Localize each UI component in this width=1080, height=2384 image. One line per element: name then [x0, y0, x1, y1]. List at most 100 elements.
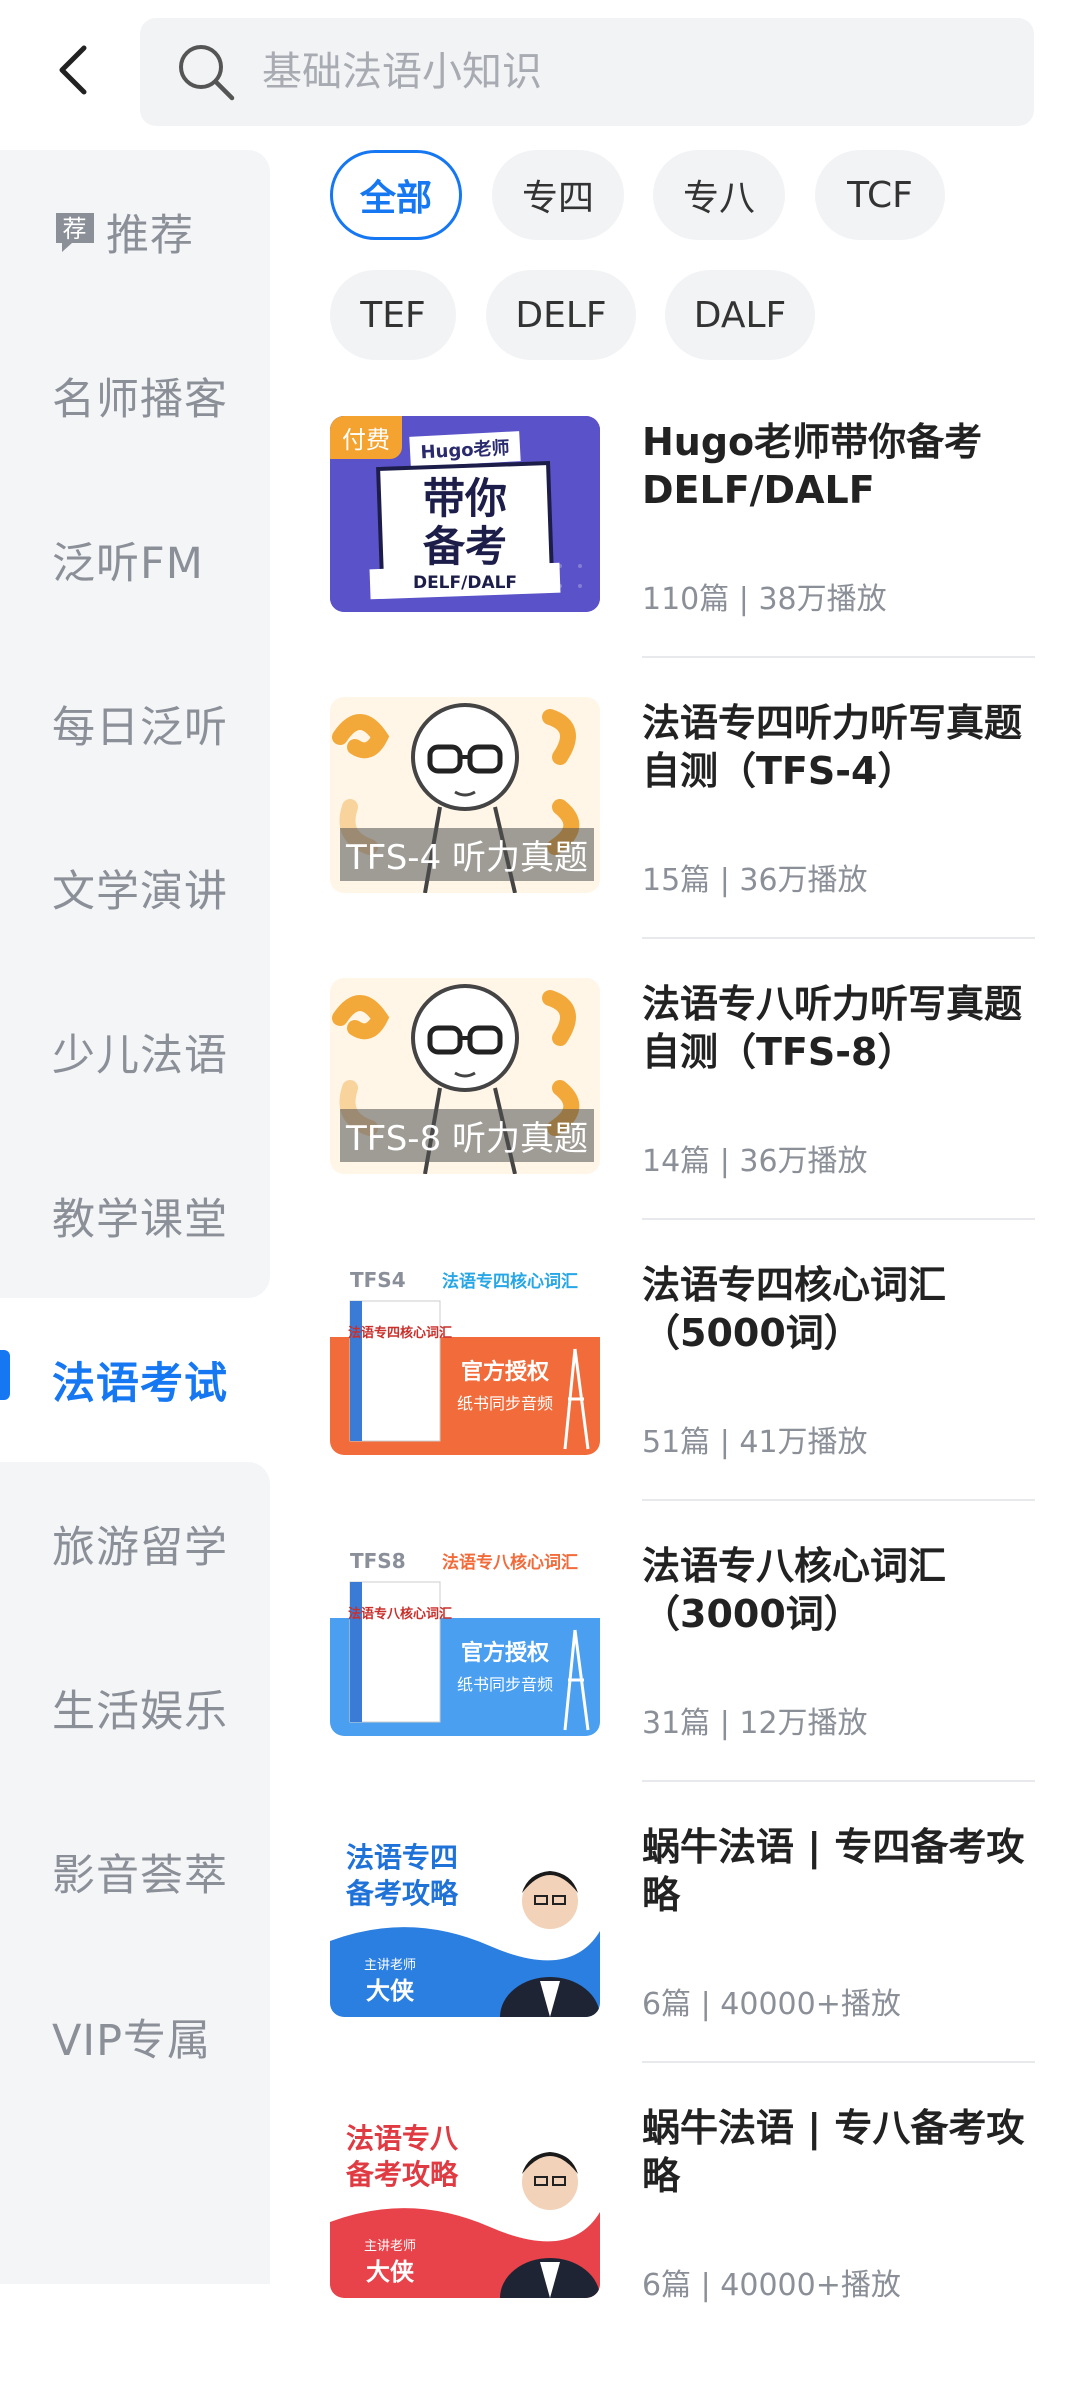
- chevron-left-icon: [59, 45, 87, 95]
- thumb-label: TFS-4 听力真题: [340, 828, 595, 881]
- sidebar-item-label: 旅游留学: [52, 1523, 228, 1573]
- course-title: 蜗牛法语 | 专八备考攻略: [642, 2106, 1025, 2198]
- thumb-text: DELF/DALF: [413, 573, 517, 593]
- vocab-book-thumb: TFS8 法语专八核心词汇 法语专八核心词汇 官方授权 纸书同步音频: [330, 1540, 600, 1736]
- course-item[interactable]: TFS-4 听力真题 法语专四听力听写真题自测（TFS-4） 15篇 | 36万…: [330, 697, 1035, 979]
- course-item[interactable]: Hugo老师 带你 备考 DELF/DALF 付费 Hugo老师带你备考DELF…: [330, 416, 1035, 698]
- chip-tfs4[interactable]: 专四: [492, 150, 624, 240]
- sidebar-item-literature[interactable]: 文学演讲: [0, 806, 270, 970]
- thumb-text: 大侠: [366, 2258, 415, 2286]
- course-meta: 31篇 | 12万播放: [642, 1706, 868, 1741]
- sidebar-item-vip[interactable]: VIP专属: [0, 1954, 270, 2284]
- sidebar-item-travel[interactable]: 旅游留学: [0, 1462, 270, 1626]
- sidebar-item-label: 教学课堂: [52, 1195, 228, 1245]
- svg-text:荐: 荐: [63, 215, 88, 243]
- thumb-text: 法语专四核心词汇: [348, 1325, 452, 1341]
- sidebar-item-label: 名师播客: [52, 375, 228, 425]
- thumb-text: 官方授权: [461, 1359, 550, 1385]
- thumb-text: 主讲老师: [364, 2239, 416, 2254]
- divider: [642, 1780, 1035, 1782]
- chip-tef[interactable]: TEF: [330, 270, 456, 360]
- search-bar[interactable]: [140, 18, 1034, 126]
- sidebar-item-label: 少儿法语: [52, 1031, 228, 1081]
- thumb-text: 大侠: [366, 1977, 415, 2005]
- search-input[interactable]: [260, 48, 1024, 96]
- thumb-text: 法语专八核心词汇: [348, 1606, 452, 1622]
- sidebar-item-daily[interactable]: 每日泛听: [0, 642, 270, 806]
- category-sidebar: 荐 推荐 名师播客 泛听FM 每日泛听 文学演讲 少儿法语 教学课堂 法语考试 …: [0, 150, 270, 2284]
- thumb-label: TFS-8 听力真题: [340, 1109, 595, 1162]
- sidebar-item-recommend[interactable]: 荐 推荐: [0, 150, 270, 314]
- course-item[interactable]: 法语专四 备考攻略 主讲老师 大侠 蜗牛法语 | 专四备考攻略 6篇 | 400…: [330, 1821, 1035, 2103]
- chip-all[interactable]: 全部: [330, 150, 462, 240]
- course-item[interactable]: TFS4 法语专四核心词汇 法语专四核心词汇 官方授权 纸书同步音频 法语专四核…: [330, 1259, 1035, 1541]
- thumb-text: 备考攻略: [345, 1877, 459, 1910]
- course-meta: 14篇 | 36万播放: [642, 1144, 868, 1179]
- thumb-text: 备考攻略: [345, 2158, 459, 2191]
- course-title: Hugo老师带你备考DELF/DALF: [642, 420, 983, 512]
- thumb-text: 法语专四核心词汇: [442, 1271, 578, 1292]
- course-thumbnail: 法语专八 备考攻略 主讲老师 大侠: [330, 2102, 600, 2298]
- course-meta: 6篇 | 40000+播放: [642, 1987, 901, 2022]
- course-meta: 51篇 | 41万播放: [642, 1425, 868, 1460]
- course-title: 法语专八核心词汇（3000词）: [642, 1544, 947, 1636]
- thumb-text: 纸书同步音频: [457, 1675, 553, 1694]
- divider: [642, 2061, 1035, 2063]
- course-thumbnail: TFS-4 听力真题: [330, 697, 600, 893]
- sidebar-item-label: 每日泛听: [52, 703, 228, 753]
- divider: [642, 1218, 1035, 1220]
- chip-delf[interactable]: DELF: [486, 270, 636, 360]
- vocab-book-thumb: TFS4 法语专四核心词汇 法语专四核心词汇 官方授权 纸书同步音频: [330, 1259, 600, 1455]
- course-title: 法语专四听力听写真题自测（TFS-4）: [642, 701, 1023, 793]
- sidebar-item-label: 推荐: [106, 211, 194, 261]
- thumb-text: TFS4: [350, 1268, 406, 1292]
- recommend-badge-icon: 荐: [56, 213, 94, 252]
- course-item[interactable]: TFS-8 听力真题 法语专八听力听写真题自测（TFS-8） 14篇 | 36万…: [330, 978, 1035, 1260]
- course-thumbnail: TFS-8 听力真题: [330, 978, 600, 1174]
- thumb-text: 备考: [423, 522, 507, 571]
- sidebar-item-fm[interactable]: 泛听FM: [0, 478, 270, 642]
- thumb-text: TFS8: [350, 1549, 406, 1573]
- sidebar-item-label: 法语考试: [52, 1359, 228, 1409]
- sidebar-item-label: 文学演讲: [52, 867, 228, 917]
- active-indicator: [0, 1350, 10, 1400]
- sidebar-item-media[interactable]: 影音荟萃: [0, 1790, 270, 1954]
- course-thumbnail: 法语专四 备考攻略 主讲老师 大侠: [330, 1821, 600, 2017]
- course-title: 法语专八听力听写真题自测（TFS-8）: [642, 982, 1023, 1074]
- chip-tfs8[interactable]: 专八: [653, 150, 785, 240]
- course-title: 蜗牛法语 | 专四备考攻略: [642, 1825, 1025, 1917]
- course-meta: 15篇 | 36万播放: [642, 863, 868, 898]
- thumb-text: 法语专八核心词汇: [442, 1552, 578, 1573]
- course-thumbnail: TFS4 法语专四核心词汇 法语专四核心词汇 官方授权 纸书同步音频: [330, 1259, 600, 1455]
- sidebar-item-kids[interactable]: 少儿法语: [0, 970, 270, 1134]
- teacher-promo-thumb: 法语专八 备考攻略 主讲老师 大侠: [330, 2102, 600, 2298]
- thumb-text: Hugo老师: [420, 437, 510, 464]
- course-item[interactable]: 法语专八 备考攻略 主讲老师 大侠 蜗牛法语 | 专八备考攻略 6篇 | 400…: [330, 2102, 1035, 2384]
- sidebar-item-life[interactable]: 生活娱乐: [0, 1626, 270, 1790]
- paid-badge: 付费: [330, 416, 402, 459]
- top-bar: [0, 0, 1080, 140]
- thumb-text: 法语专四: [346, 1841, 458, 1874]
- sidebar-item-label: VIP专属: [52, 2016, 212, 2066]
- thumb-text: 官方授权: [461, 1640, 550, 1666]
- sidebar-item-exam[interactable]: 法语考试: [0, 1298, 270, 1462]
- divider: [642, 937, 1035, 939]
- sidebar-item-label: 影音荟萃: [52, 1851, 228, 1901]
- search-icon: [179, 45, 235, 101]
- chip-tcf[interactable]: TCF: [815, 150, 945, 240]
- sidebar-item-label: 生活娱乐: [52, 1687, 228, 1737]
- thumb-text: 纸书同步音频: [457, 1394, 553, 1413]
- divider: [642, 1499, 1035, 1501]
- course-item[interactable]: TFS8 法语专八核心词汇 法语专八核心词汇 官方授权 纸书同步音频 法语专八核…: [330, 1540, 1035, 1822]
- course-title: 法语专四核心词汇（5000词）: [642, 1263, 947, 1355]
- back-button[interactable]: [44, 30, 104, 110]
- course-thumbnail: Hugo老师 带你 备考 DELF/DALF 付费: [330, 416, 600, 612]
- course-thumbnail: TFS8 法语专八核心词汇 法语专八核心词汇 官方授权 纸书同步音频: [330, 1540, 600, 1736]
- sidebar-item-classroom[interactable]: 教学课堂: [0, 1134, 270, 1298]
- sidebar-item-podcast[interactable]: 名师播客: [0, 314, 270, 478]
- divider: [642, 656, 1035, 658]
- course-meta: 110篇 | 38万播放: [642, 582, 887, 617]
- chip-dalf[interactable]: DALF: [665, 270, 815, 360]
- thumb-text: 带你: [423, 474, 507, 523]
- teacher-promo-thumb: 法语专四 备考攻略 主讲老师 大侠: [330, 1821, 600, 2017]
